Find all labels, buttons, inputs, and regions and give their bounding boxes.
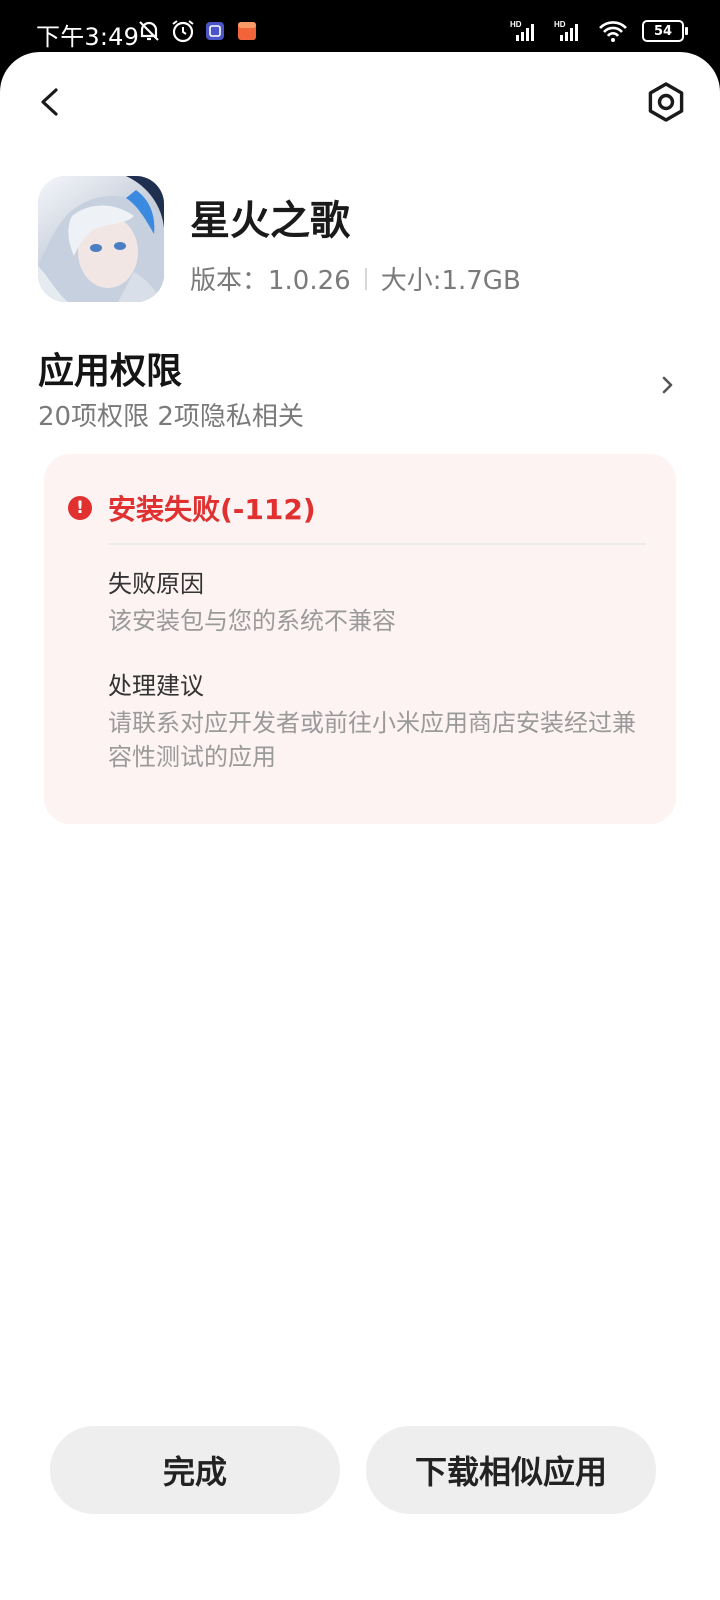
suggestion-text: 请联系对应开发者或前往小米应用商店安装经过兼容性测试的应用: [108, 709, 636, 771]
status-bar: 下午3:49 HD HD 54: [0, 0, 720, 60]
meta-divider: [364, 267, 367, 290]
mute-icon: [136, 18, 162, 48]
app-permissions-row[interactable]: 应用权限 20项权限 2项隐私相关: [38, 342, 688, 432]
signal-hd-icon: HD: [510, 20, 534, 41]
failure-reason-text: 该安装包与您的系统不兼容: [108, 607, 396, 635]
battery-level: 54: [653, 23, 673, 39]
app-name: 星火之歌: [190, 198, 350, 244]
install-result-sheet: 星火之歌 版本：1.0.26 大小:1.7GB 应用权限 20项权限 2项隐私相…: [0, 52, 720, 1600]
app-notification-icon: [237, 21, 257, 45]
done-button[interactable]: 完成: [50, 1426, 340, 1514]
app-icon: [38, 176, 164, 302]
permissions-title: 应用权限: [38, 351, 183, 392]
failure-reason-label: 失败原因: [108, 570, 204, 598]
svg-text:HD: HD: [510, 20, 522, 29]
back-button[interactable]: [30, 82, 70, 122]
chevron-right-icon: [662, 376, 673, 394]
divider: [108, 543, 646, 545]
gear-icon: [648, 82, 684, 122]
app-meta: 版本：1.0.26 大小:1.7GB: [190, 260, 521, 297]
chevron-left-icon: [41, 88, 58, 116]
wifi-icon: [599, 21, 627, 42]
app-notification-icon: [205, 21, 225, 45]
alarm-icon: [170, 18, 196, 48]
download-similar-apps-button[interactable]: 下载相似应用: [366, 1426, 656, 1514]
app-size: 大小:1.7GB: [380, 266, 521, 296]
install-failure-card: ! 安装失败(-112) 失败原因 该安装包与您的系统不兼容 处理建议 请联系对…: [44, 454, 676, 824]
status-time: 下午3:49: [36, 23, 140, 51]
permissions-summary: 20项权限 2项隐私相关: [38, 402, 304, 432]
svg-text:HD: HD: [554, 20, 566, 29]
app-version: 版本：1.0.26: [190, 266, 351, 296]
suggestion-label: 处理建议: [108, 672, 204, 700]
failure-title: 安装失败(-112): [108, 493, 316, 526]
battery-icon: 54: [642, 20, 688, 42]
error-icon: !: [68, 496, 92, 520]
failure-header: ! 安装失败(-112): [68, 488, 316, 528]
signal-hd-icon: HD: [554, 20, 578, 41]
settings-button[interactable]: [644, 80, 688, 124]
